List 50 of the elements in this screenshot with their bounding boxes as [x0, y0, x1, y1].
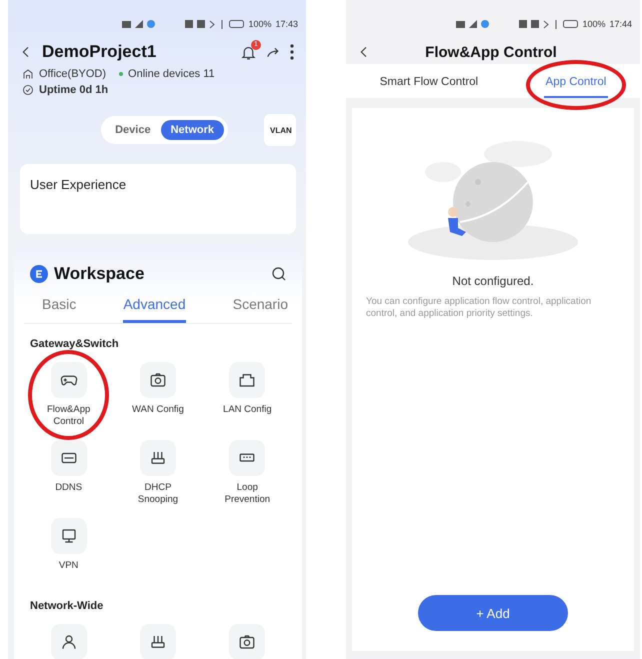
person-icon [60, 633, 78, 651]
vlan-button[interactable]: VLAN [264, 114, 296, 146]
section-title: Network-Wide [29, 599, 104, 612]
router-icon [148, 449, 167, 467]
project-title: DemoProject1 [42, 42, 158, 62]
online-devices: Online devices 11 [128, 68, 215, 80]
feature-tile[interactable]: DDNS [36, 440, 101, 508]
app-logo-icon [30, 265, 48, 283]
status-time: 17:44 [609, 19, 632, 29]
battery-icon [563, 20, 578, 28]
more-icon [290, 44, 294, 60]
workspace-tab[interactable]: Scenario [232, 296, 288, 323]
check-circle-icon [22, 84, 34, 96]
building-icon [22, 68, 34, 80]
page-tab[interactable]: App Control [544, 74, 608, 98]
feature-tile[interactable]: DHCP Snooping [126, 440, 190, 508]
view-option[interactable]: Device [105, 120, 161, 140]
battery-level: 100% [248, 19, 272, 29]
network-port-icon [238, 371, 256, 389]
router-icon [148, 633, 167, 651]
uptime: Uptime 0d 1h [39, 84, 108, 96]
card-title: User Experience [30, 177, 126, 192]
feature-tile[interactable]: Flow&App Control [36, 362, 101, 430]
signal-icon [135, 20, 144, 28]
workspace-tab[interactable]: Basic [42, 296, 76, 323]
page-title: Flow&App Control [424, 44, 558, 60]
feature-tile[interactable]: WAN Config [126, 362, 190, 430]
view-option[interactable]: Network [160, 120, 224, 140]
feature-tile[interactable]: LAN Config [215, 362, 280, 430]
camera-icon [148, 371, 167, 389]
empty-description: You can configure application flow control, application control, and application priority settings. [366, 296, 592, 320]
site-type: Office(BYOD) [39, 68, 106, 80]
status-time: 17:43 [275, 19, 298, 29]
feature-tile[interactable]: VPN [36, 518, 101, 586]
add-button[interactable]: + Add [418, 595, 568, 631]
workspace-title: Workspace [54, 264, 146, 284]
search-icon [270, 265, 288, 283]
battery-icon [229, 20, 244, 28]
more-button[interactable] [290, 44, 294, 60]
camera-icon [238, 633, 256, 651]
workspace-tab[interactable]: Advanced [123, 296, 186, 323]
battery-level: 100% [582, 19, 606, 29]
monitor-icon [60, 527, 78, 545]
search-button[interactable] [270, 265, 288, 283]
signal-icon [469, 20, 478, 28]
empty-title: Not configured. [452, 274, 534, 288]
online-dot [119, 72, 124, 76]
section-title: Gateway&Switch [29, 337, 120, 350]
feature-tile[interactable]: Loop Prevention [215, 440, 280, 508]
page-tab[interactable]: Smart Flow Control [378, 74, 480, 98]
